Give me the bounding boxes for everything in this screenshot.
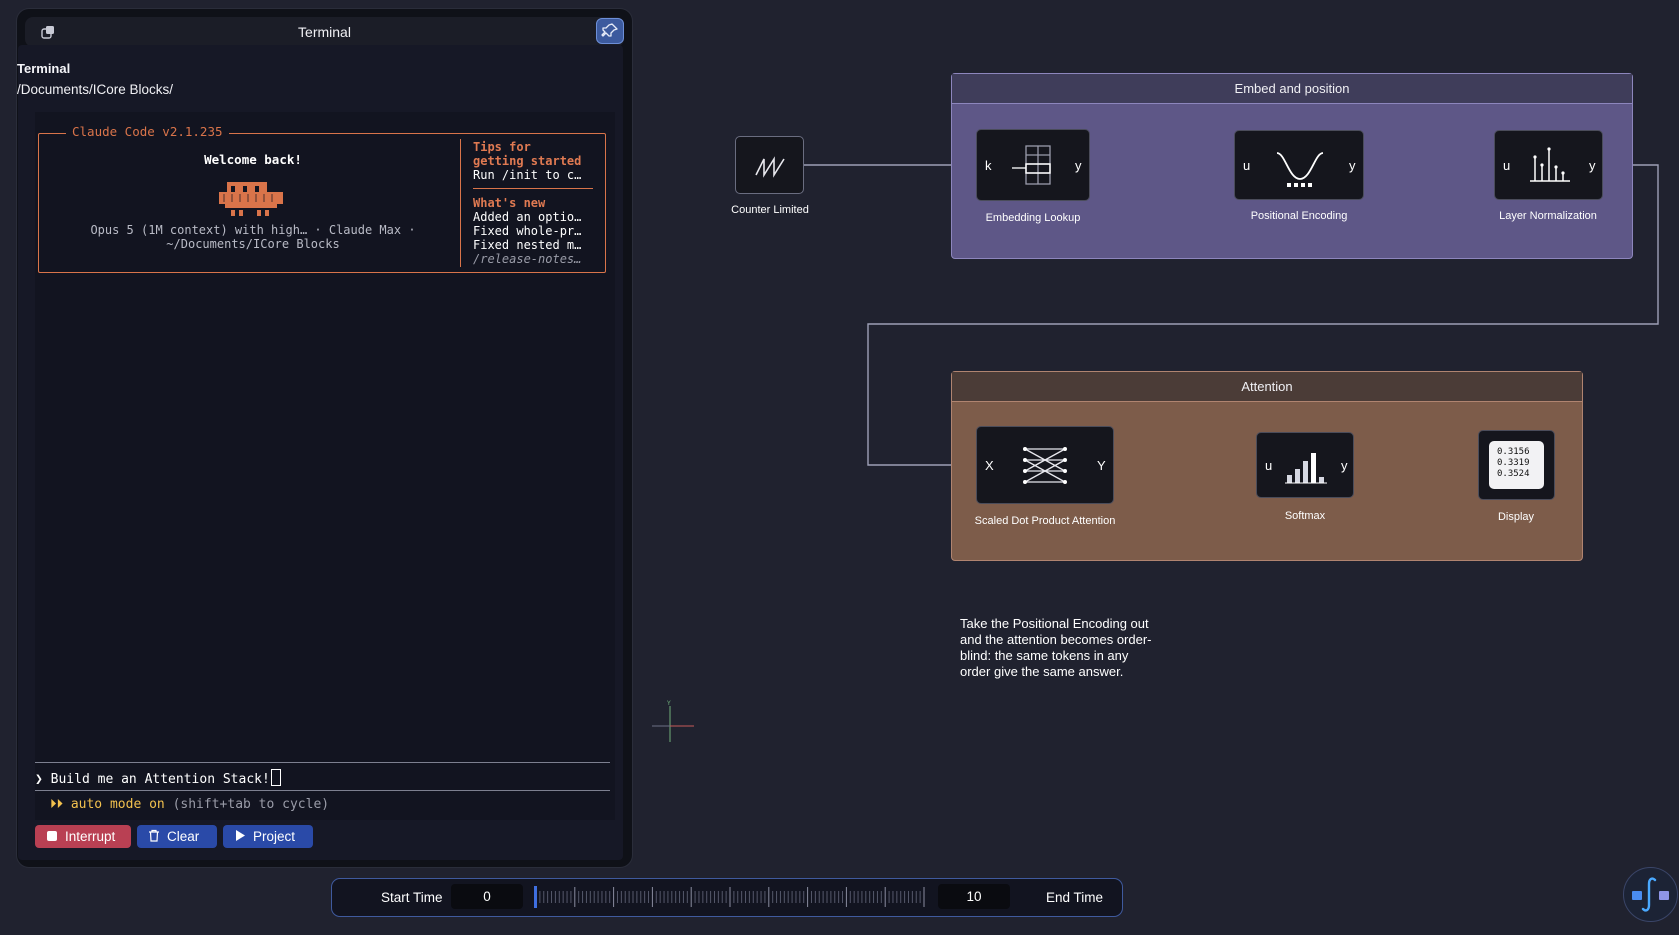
display-label: Display: [1497, 511, 1535, 523]
integral-icon: [1632, 877, 1669, 912]
bar-distribution-icon: [1285, 453, 1327, 484]
port-in: X: [985, 458, 994, 473]
scrubber-playhead: [534, 886, 537, 908]
axis-gizmo-icon: Y: [652, 700, 694, 742]
axis-y-label: Y: [666, 700, 671, 707]
layer-normalization-block[interactable]: u y: [1494, 130, 1603, 200]
lookup-table-icon: [1012, 145, 1051, 185]
display-screen: 0.3156 0.3319 0.3524: [1489, 441, 1544, 489]
port-in: k: [985, 158, 992, 173]
start-time-label: Start Time: [381, 890, 443, 905]
start-time-input[interactable]: 0: [451, 884, 523, 909]
softmax-label: Softmax: [1284, 510, 1326, 522]
port-out: y: [1341, 458, 1348, 473]
port-out: y: [1075, 158, 1082, 173]
attention-matrix-icon: [1023, 447, 1067, 484]
integrator-fab-button[interactable]: [1623, 867, 1678, 922]
port-in: u: [1503, 158, 1511, 173]
sine-wave-icon: [1276, 152, 1324, 187]
display-values: 0.3156 0.3319 0.3524: [1497, 447, 1530, 480]
positional-encoding-block[interactable]: u y: [1234, 130, 1364, 200]
sawtooth-icon: [755, 156, 785, 178]
embedding-lookup-block[interactable]: k y: [976, 129, 1090, 201]
layer-normalization-label: Layer Normalization: [1499, 210, 1597, 222]
end-time-label: End Time: [1046, 890, 1104, 905]
port-out: y: [1349, 158, 1356, 173]
port-in: u: [1243, 158, 1251, 173]
display-block[interactable]: 0.3156 0.3319 0.3524: [1478, 430, 1555, 500]
embedding-lookup-label: Embedding Lookup: [985, 212, 1081, 224]
port-out: y: [1589, 158, 1596, 173]
port-out: Y: [1097, 458, 1106, 473]
port-in: u: [1265, 458, 1273, 473]
normalized-histogram-icon: [1530, 147, 1570, 182]
diagram-annotation: Take the Positional Encoding out and the…: [960, 616, 1152, 679]
counter-limited-label: Counter Limited: [731, 204, 809, 216]
scaled-dot-product-attention-label: Scaled Dot Product Attention: [974, 515, 1116, 527]
attention-group-title: Attention: [952, 372, 1582, 402]
embed-group-title: Embed and position: [952, 74, 1632, 104]
end-time-input[interactable]: 10: [938, 884, 1010, 909]
display-value: 0.3524: [1497, 469, 1530, 479]
scaled-dot-product-attention-block[interactable]: X Y: [976, 426, 1114, 504]
display-value: 0.3156: [1497, 447, 1530, 457]
positional-encoding-label: Positional Encoding: [1250, 210, 1348, 222]
softmax-block[interactable]: u y: [1256, 432, 1354, 498]
display-value: 0.3319: [1497, 458, 1530, 468]
time-scrubber[interactable]: [530, 884, 930, 910]
counter-limited-block[interactable]: [735, 136, 804, 194]
